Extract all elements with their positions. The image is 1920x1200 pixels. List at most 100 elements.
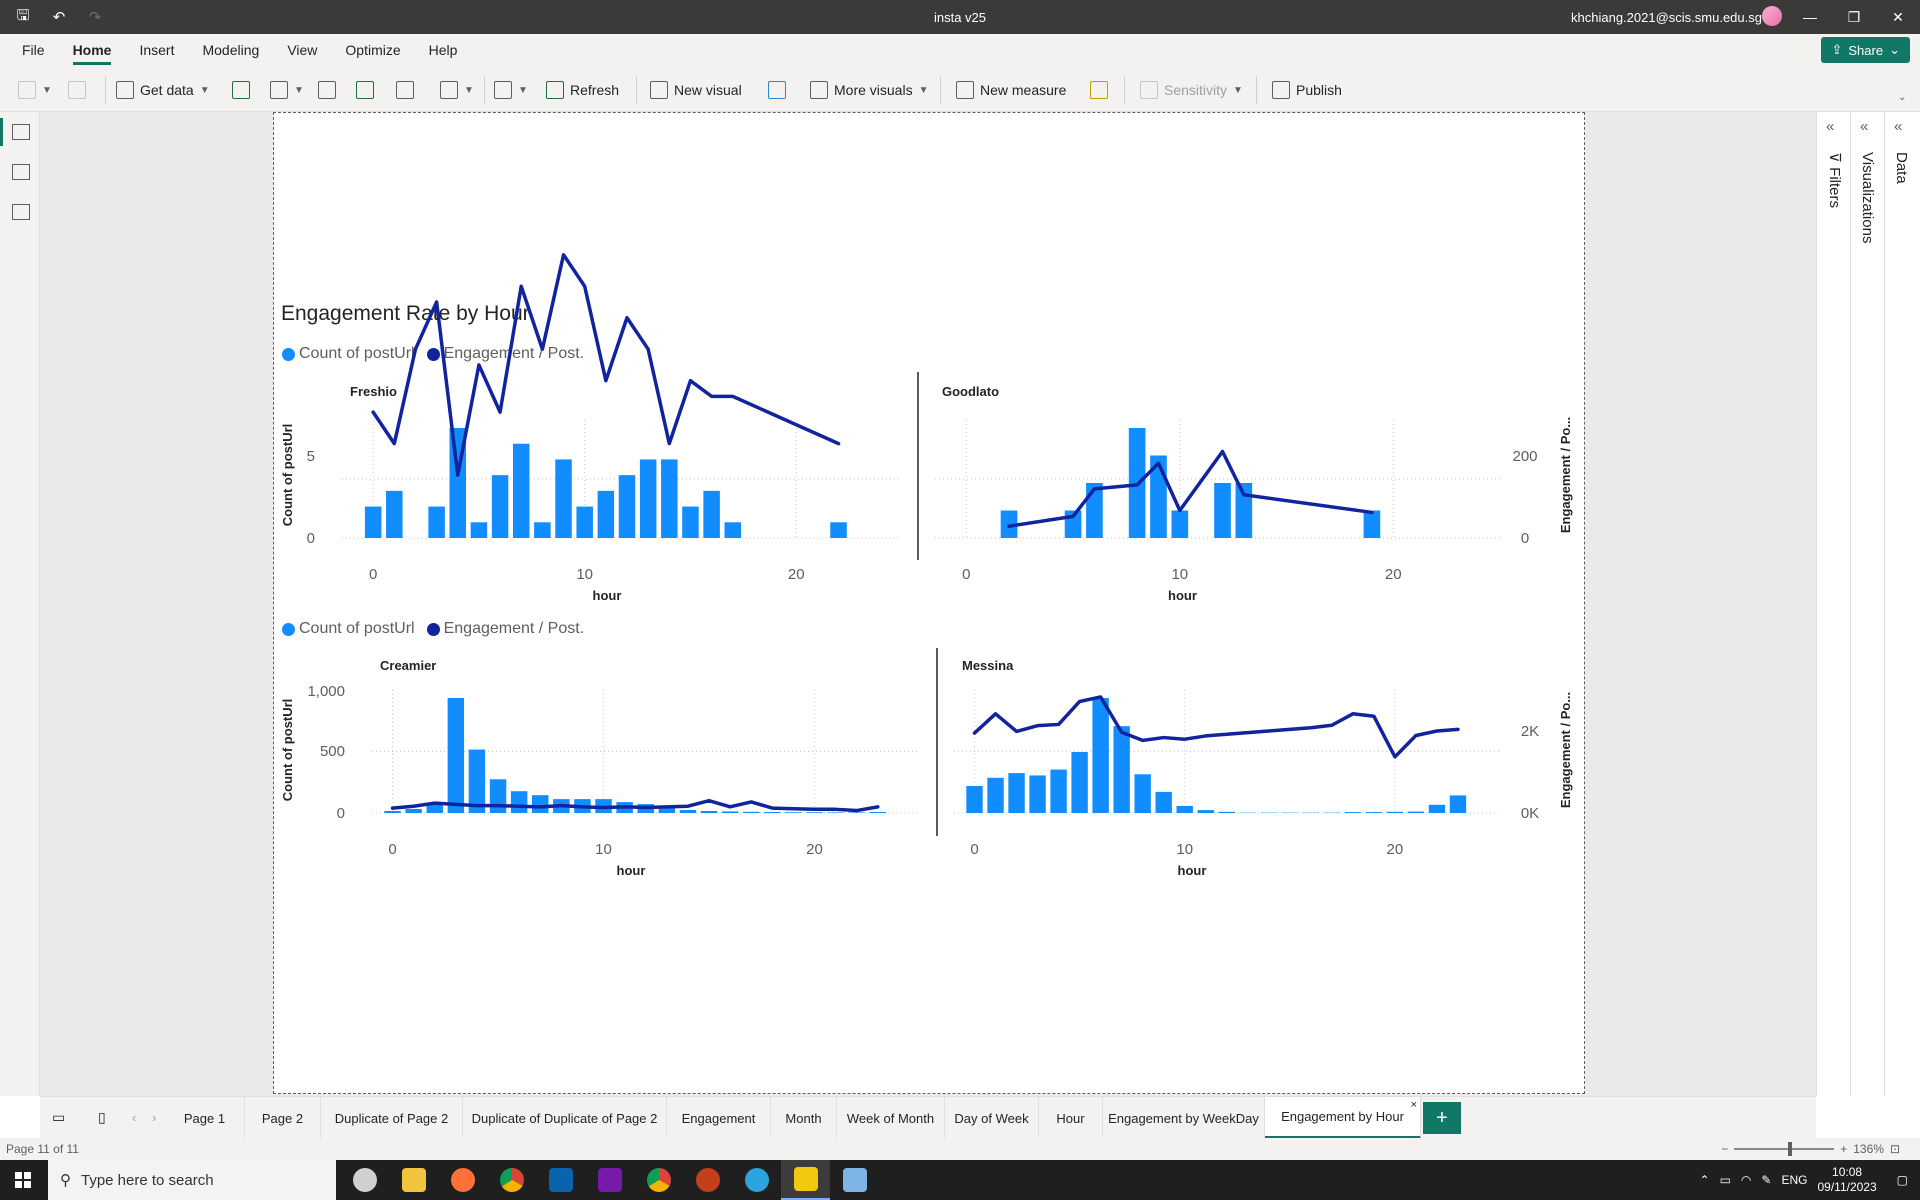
restore-button[interactable]: ❐ bbox=[1832, 0, 1876, 34]
new-measure-button[interactable]: New measure bbox=[956, 79, 1066, 101]
onelake-button[interactable]: ▼ bbox=[270, 79, 304, 101]
zoom-slider-thumb[interactable] bbox=[1788, 1142, 1793, 1156]
report-view-icon[interactable] bbox=[12, 124, 30, 140]
share-button[interactable]: ⇪ Share ⌄ bbox=[1821, 37, 1910, 63]
sheet-tab[interactable]: Hour bbox=[1039, 1097, 1103, 1139]
zoom-control[interactable]: − + 136% ⊡ bbox=[1721, 1142, 1900, 1156]
zoom-in-icon[interactable]: + bbox=[1840, 1142, 1847, 1156]
sheet-tab[interactable]: Engagement bbox=[667, 1097, 771, 1139]
legend[interactable]: Count of postUrl Engagement / Post. bbox=[282, 620, 584, 638]
menu-modeling[interactable]: Modeling bbox=[202, 42, 259, 58]
calculator-icon bbox=[956, 81, 974, 99]
menu-file[interactable]: File bbox=[22, 42, 45, 58]
menu-help[interactable]: Help bbox=[429, 42, 458, 58]
recent-sources-button[interactable]: ▼ bbox=[440, 79, 474, 101]
sql-button[interactable] bbox=[318, 79, 336, 101]
avatar[interactable] bbox=[1762, 6, 1782, 26]
legend-line-dot bbox=[426, 622, 440, 636]
taskbar-app-firefox[interactable] bbox=[438, 1160, 487, 1200]
view-rail bbox=[0, 112, 40, 1096]
taskbar-app-onenote[interactable] bbox=[585, 1160, 634, 1200]
sheet-tab-active[interactable]: Engagement by Hour × bbox=[1265, 1097, 1421, 1139]
transform-icon bbox=[494, 81, 512, 99]
taskbar-apps bbox=[340, 1160, 879, 1200]
taskbar-app-notepad[interactable] bbox=[830, 1160, 879, 1200]
search-icon: ⚲ bbox=[60, 1172, 71, 1189]
collapse-ribbon-button[interactable]: ⌄ bbox=[1898, 86, 1906, 108]
new-visual-button[interactable]: New visual bbox=[650, 79, 742, 101]
chevron-down-icon: ▼ bbox=[518, 84, 528, 96]
taskbar-search[interactable]: ⚲ Type here to search bbox=[48, 1160, 336, 1200]
menu-insert[interactable]: Insert bbox=[139, 42, 174, 58]
taskbar-app-outlook[interactable] bbox=[536, 1160, 585, 1200]
sheet-tab[interactable]: Duplicate of Page 2 bbox=[321, 1097, 463, 1139]
close-button[interactable]: ✕ bbox=[1876, 0, 1920, 34]
visualizations-pane[interactable]: « Visualizations bbox=[1850, 112, 1884, 1096]
taskbar-app-power-bi[interactable] bbox=[781, 1160, 830, 1200]
taskbar-app-clock[interactable] bbox=[340, 1160, 389, 1200]
sheet-tab[interactable]: Duplicate of Duplicate of Page 2 bbox=[463, 1097, 667, 1139]
sheet-tab[interactable]: Day of Week bbox=[945, 1097, 1039, 1139]
paste-button[interactable]: ▼ bbox=[18, 79, 52, 101]
menu-home[interactable]: Home bbox=[72, 42, 111, 65]
sheet-tab[interactable]: Page 1 bbox=[165, 1097, 245, 1139]
filters-pane[interactable]: « ⊽ Filters bbox=[1816, 112, 1850, 1096]
quick-measure-button[interactable] bbox=[1090, 79, 1108, 101]
expand-icon[interactable]: « bbox=[1860, 118, 1868, 135]
publish-button[interactable]: Publish bbox=[1272, 79, 1342, 101]
dataverse-button[interactable] bbox=[396, 79, 414, 101]
system-tray: ⌃ ▭ ◠ ✎ ENG 10:08 09/11/2023 ▢ bbox=[1700, 1160, 1920, 1200]
chevron-up-icon[interactable]: ⌃ bbox=[1700, 1173, 1710, 1187]
language-indicator[interactable]: ENG bbox=[1781, 1173, 1807, 1187]
prev-page-icon[interactable]: ‹ bbox=[132, 1110, 136, 1125]
menu-view[interactable]: View bbox=[287, 42, 317, 58]
taskbar-app-chrome-profile[interactable] bbox=[634, 1160, 683, 1200]
expand-icon[interactable]: « bbox=[1894, 118, 1902, 135]
taskbar-app-chrome[interactable] bbox=[487, 1160, 536, 1200]
wifi-icon[interactable]: ◠ bbox=[1741, 1173, 1751, 1187]
user-email[interactable]: khchiang.2021@scis.smu.edu.sg bbox=[1571, 10, 1762, 25]
clock[interactable]: 10:08 09/11/2023 bbox=[1817, 1165, 1876, 1195]
start-button[interactable] bbox=[0, 1160, 46, 1200]
battery-icon[interactable]: ▭ bbox=[1720, 1173, 1731, 1187]
close-icon[interactable]: × bbox=[1411, 1099, 1417, 1111]
table-view-icon[interactable] bbox=[12, 164, 30, 180]
data-pane[interactable]: « Data bbox=[1884, 112, 1920, 1096]
taskbar-app-telegram[interactable] bbox=[732, 1160, 781, 1200]
sheet-tab[interactable]: Week of Month bbox=[837, 1097, 945, 1139]
fit-to-page-icon[interactable]: ⊡ bbox=[1890, 1142, 1900, 1156]
chevron-down-icon: ▼ bbox=[918, 84, 929, 96]
next-page-icon[interactable]: › bbox=[152, 1110, 156, 1125]
minimize-button[interactable]: — bbox=[1788, 0, 1832, 34]
format-painter-button[interactable] bbox=[68, 79, 86, 101]
desktop-layout-icon[interactable]: ▭ bbox=[52, 1109, 65, 1126]
taskbar-app-file-explorer[interactable] bbox=[389, 1160, 438, 1200]
menu-optimize[interactable]: Optimize bbox=[345, 42, 400, 58]
report-page[interactable] bbox=[273, 112, 1585, 1094]
legend[interactable]: Count of postUrl Engagement / Post. bbox=[282, 345, 584, 363]
enter-data-button[interactable] bbox=[356, 79, 374, 101]
add-page-button[interactable]: + bbox=[1423, 1102, 1461, 1134]
taskbar-app-powerpoint[interactable] bbox=[683, 1160, 732, 1200]
refresh-button[interactable]: Refresh bbox=[546, 79, 619, 101]
model-view-icon[interactable] bbox=[12, 204, 30, 220]
chevron-down-icon: ▼ bbox=[1233, 84, 1243, 96]
notifications-icon[interactable]: ▢ bbox=[1897, 1173, 1908, 1187]
pen-icon[interactable]: ✎ bbox=[1761, 1173, 1771, 1187]
transform-data-button[interactable]: ▼ bbox=[494, 79, 528, 101]
excel-button[interactable] bbox=[232, 79, 250, 101]
sheet-tab[interactable]: Month bbox=[771, 1097, 837, 1139]
database-icon bbox=[116, 81, 134, 99]
sheet-tab[interactable]: Engagement by WeekDay bbox=[1103, 1097, 1265, 1139]
legend-line-dot bbox=[426, 347, 440, 361]
dataverse-icon bbox=[396, 81, 414, 99]
more-visuals-button[interactable]: More visuals ▼ bbox=[810, 79, 929, 101]
text-box-button[interactable] bbox=[768, 79, 786, 101]
get-data-button[interactable]: Get data ▼ bbox=[116, 79, 210, 101]
sheet-tab[interactable]: Page 2 bbox=[245, 1097, 321, 1139]
mobile-layout-icon[interactable]: ▯ bbox=[98, 1109, 106, 1126]
expand-icon[interactable]: « bbox=[1826, 118, 1834, 135]
zoom-slider[interactable] bbox=[1734, 1142, 1835, 1156]
filter-icon: ⊽ bbox=[1826, 152, 1843, 168]
zoom-out-icon[interactable]: − bbox=[1721, 1142, 1728, 1156]
